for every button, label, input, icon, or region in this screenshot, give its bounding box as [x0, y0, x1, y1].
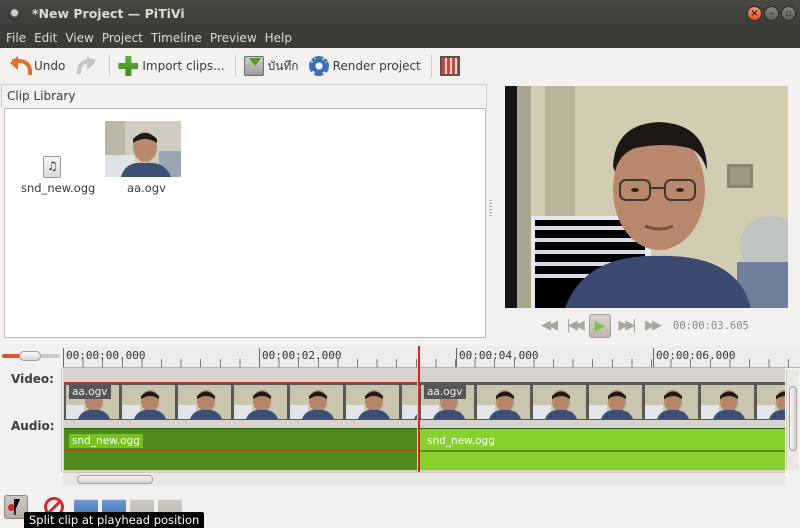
close-window-button[interactable]: × — [747, 6, 762, 21]
undo-label: Undo — [34, 59, 66, 73]
import-clips-button[interactable]: Import clips... — [114, 52, 230, 80]
track-labels: Video: Audio: — [0, 368, 62, 472]
audio-waveform — [64, 449, 417, 451]
pane-resize-handle[interactable] — [489, 200, 492, 216]
app-icon — [8, 7, 21, 20]
video-frame — [505, 86, 788, 308]
scrollbar-thumb[interactable] — [77, 475, 153, 484]
timeline-vertical-scrollbar[interactable] — [786, 370, 798, 470]
audio-clip-name: snd_new.ogg — [424, 434, 498, 448]
toolbar-separator — [109, 55, 111, 77]
window-title: *New Project — PiTiVi — [32, 6, 185, 21]
video-frame-thumbnail — [234, 385, 287, 419]
ruler-label: 00:00:04.000 — [459, 349, 539, 362]
undo-button[interactable]: Undo — [6, 52, 71, 80]
title-bar: *New Project — PiTiVi × – ▫ — [0, 0, 800, 27]
scrollbar-thumb[interactable] — [789, 386, 797, 451]
audio-file-icon — [43, 156, 61, 178]
video-frame-thumbnail — [645, 385, 698, 419]
audio-waveform — [419, 450, 785, 452]
zoom-knob[interactable] — [19, 351, 41, 361]
video-frame-thumbnail — [477, 385, 530, 419]
main-toolbar: Undo Import clips... บันทึก Render proje… — [0, 48, 800, 84]
render-gear-icon — [308, 56, 329, 76]
timeline-horizontal-scrollbar[interactable] — [63, 472, 785, 486]
rewind-icon[interactable]: ◀◀ — [539, 316, 558, 336]
timeline-tracks[interactable]: aa.ogv aa.ogv snd_new.ogg snd_new.ogg — [63, 368, 785, 472]
video-frame-thumbnail — [757, 385, 785, 419]
video-track-label: Video: — [11, 372, 54, 386]
video-frame-thumbnail — [346, 385, 399, 419]
play-button[interactable]: ▶ — [589, 314, 611, 338]
timeline-ruler[interactable]: 00:00:00.000 00:00:02.000 00:00:04.000 0… — [63, 346, 800, 368]
save-icon — [243, 56, 264, 76]
zoom-slider[interactable] — [2, 351, 60, 361]
undo-icon — [10, 56, 32, 76]
video-clip[interactable] — [64, 382, 417, 420]
video-frame-thumbnail — [122, 385, 175, 419]
timecode-display: 00:00:03.605 — [673, 320, 749, 332]
mouse-cursor-icon — [14, 499, 20, 513]
ruler-major-tick — [653, 348, 654, 367]
clip-library-tab[interactable]: Clip Library — [1, 84, 487, 108]
clip-name: aa.ogv — [127, 181, 166, 195]
redo-icon — [75, 56, 96, 76]
video-frame-thumbnail — [533, 385, 586, 419]
audio-clip-name: snd_new.ogg — [69, 434, 143, 448]
video-frame-thumbnail — [178, 385, 231, 419]
menu-edit[interactable]: Edit — [30, 31, 61, 45]
fullscreen-button[interactable] — [436, 52, 470, 80]
import-clips-label: Import clips... — [142, 59, 225, 73]
tooltip: Split clip at playhead position — [24, 512, 205, 528]
playhead[interactable] — [418, 346, 420, 472]
playback-controls: ◀◀ |◀◀ ▶ ▶▶| ▶▶ 00:00:03.605 — [505, 312, 788, 340]
add-icon — [118, 56, 139, 76]
save-button[interactable]: บันทึก — [240, 52, 305, 80]
video-clip-name: aa.ogv — [424, 385, 466, 399]
menu-preview[interactable]: Preview — [206, 31, 261, 45]
menu-bar: File Edit View Project Timeline Preview … — [0, 27, 800, 48]
audio-track-label: Audio: — [11, 419, 55, 433]
ruler-label: 00:00:02.000 — [262, 349, 342, 362]
menu-view[interactable]: View — [61, 31, 97, 45]
redo-button[interactable] — [71, 52, 105, 80]
ruler-major-tick — [63, 348, 64, 367]
ruler-label: 00:00:06.000 — [656, 349, 736, 362]
clip-library[interactable]: snd_new.ogg aa.ogv — [4, 108, 486, 338]
goto-end-icon[interactable]: ▶▶| — [617, 316, 636, 336]
toolbar-separator — [430, 55, 432, 77]
menu-help[interactable]: Help — [261, 31, 296, 45]
minimize-window-button[interactable]: – — [764, 6, 779, 21]
ruler-major-tick — [456, 348, 457, 367]
menu-timeline[interactable]: Timeline — [147, 31, 206, 45]
video-frame-thumbnail — [402, 385, 417, 419]
render-project-label: Render project — [332, 59, 421, 73]
ruler-major-tick — [259, 348, 260, 367]
preview-viewer — [505, 86, 788, 308]
save-label: บันทึก — [267, 58, 299, 73]
fast-forward-icon[interactable]: ▶▶ — [643, 316, 662, 336]
video-clip-name: aa.ogv — [69, 385, 111, 399]
maximize-window-button[interactable]: ▫ — [781, 6, 796, 21]
video-frame-thumbnail — [290, 385, 343, 419]
toolbar-separator — [234, 55, 236, 77]
render-project-button[interactable]: Render project — [305, 52, 427, 80]
video-frame-thumbnail — [701, 385, 754, 419]
video-clip[interactable] — [419, 382, 785, 420]
video-thumbnail — [105, 121, 181, 177]
film-icon — [439, 56, 460, 76]
menu-project[interactable]: Project — [98, 31, 147, 45]
ruler-label: 00:00:00.000 — [66, 349, 146, 362]
goto-start-icon[interactable]: |◀◀ — [565, 316, 584, 336]
clip-name: snd_new.ogg — [21, 181, 96, 195]
menu-file[interactable]: File — [2, 31, 30, 45]
video-frame-thumbnail — [589, 385, 642, 419]
